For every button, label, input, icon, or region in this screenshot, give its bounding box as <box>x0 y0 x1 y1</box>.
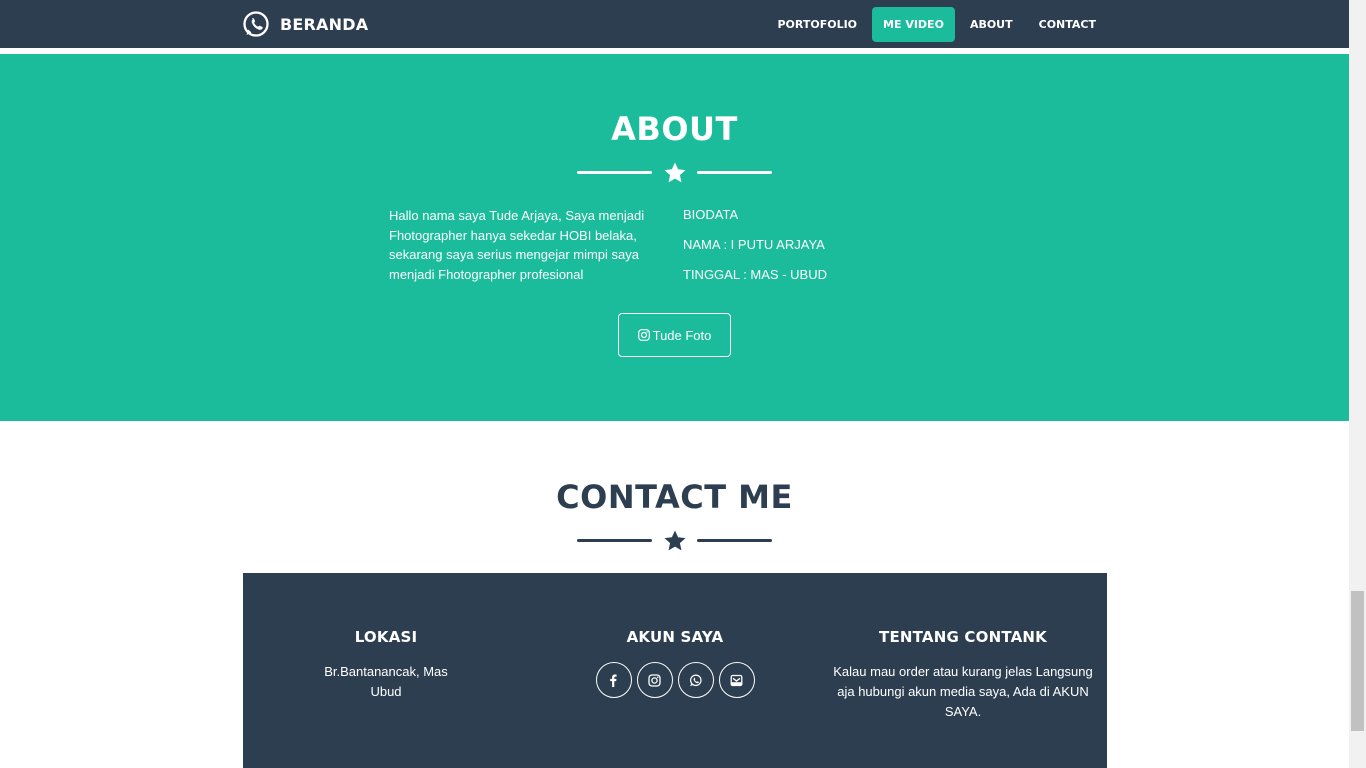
lokasi-text: Br.Bantanancak, Mas Ubud <box>324 664 448 699</box>
nav-contact[interactable]: CONTACT <box>1028 7 1107 42</box>
akun-title: AKUN SAYA <box>626 628 724 646</box>
nav-about[interactable]: ABOUT <box>959 7 1024 42</box>
divider-line-right <box>697 171 772 174</box>
about-section: ABOUT Hallo nama saya Tude Arjaya, Saya … <box>0 54 1349 421</box>
whatsapp-icon <box>690 674 702 686</box>
tentang-title: TENTANG CONTANK <box>879 628 1047 646</box>
bio-location: TINGGAL : MAS - UBUD <box>683 267 827 282</box>
bio-heading: BIODATA <box>683 207 739 222</box>
instagram-icon <box>637 329 650 341</box>
divider-line-right <box>697 539 772 542</box>
scrollbar[interactable] <box>1349 0 1366 768</box>
whatsapp-link[interactable] <box>677 662 714 698</box>
scrollbar-thumb[interactable] <box>1351 591 1364 731</box>
contact-title: CONTACT ME <box>556 478 793 516</box>
instagram-button[interactable]: Tude Foto <box>618 313 731 357</box>
about-description: Hallo nama saya Tude Arjaya, Saya menjad… <box>389 208 645 282</box>
lokasi-title: LOKASI <box>354 628 418 646</box>
about-title: ABOUT <box>611 110 738 148</box>
divider-line-left <box>577 539 652 542</box>
footer-lokasi: LOKASI Br.Bantanancak, Mas Ubud <box>316 628 456 702</box>
facebook-link[interactable] <box>595 662 632 698</box>
biodata: BIODATA NAMA : I PUTU ARJAYA TINGGAL : M… <box>683 206 827 296</box>
nav-links: PORTOFOLIO ME VIDEO ABOUT CONTACT <box>762 7 1107 42</box>
footer-tentang: TENTANG CONTANK Kalau mau order atau kur… <box>831 628 1095 722</box>
tentang-text: Kalau mau order atau kurang jelas Langsu… <box>833 664 1093 719</box>
footer-akun: AKUN SAYA <box>575 628 775 698</box>
contact-section: CONTACT ME <box>0 421 1349 573</box>
brand-text: BERANDA <box>280 14 369 34</box>
instagram-button-label: Tude Foto <box>652 327 712 343</box>
email-icon <box>730 674 743 686</box>
divider-line-left <box>577 171 652 174</box>
nav-portofolio[interactable]: PORTOFOLIO <box>766 7 868 42</box>
star-icon <box>664 162 686 183</box>
footer: LOKASI Br.Bantanancak, Mas Ubud AKUN SAY… <box>243 573 1107 768</box>
instagram-icon <box>648 673 661 687</box>
nav-me-video[interactable]: ME VIDEO <box>872 7 955 42</box>
contact-divider <box>577 529 772 553</box>
bio-name: NAMA : I PUTU ARJAYA <box>683 237 825 252</box>
facebook-icon <box>610 674 617 687</box>
social-links <box>575 662 775 698</box>
star-icon <box>664 530 686 551</box>
instagram-link[interactable] <box>636 662 673 698</box>
whatsapp-icon <box>242 10 270 38</box>
email-link[interactable] <box>718 662 755 698</box>
navbar: BERANDA PORTOFOLIO ME VIDEO ABOUT CONTAC… <box>0 0 1349 51</box>
brand-link[interactable]: BERANDA <box>242 10 368 38</box>
about-divider <box>577 161 772 185</box>
